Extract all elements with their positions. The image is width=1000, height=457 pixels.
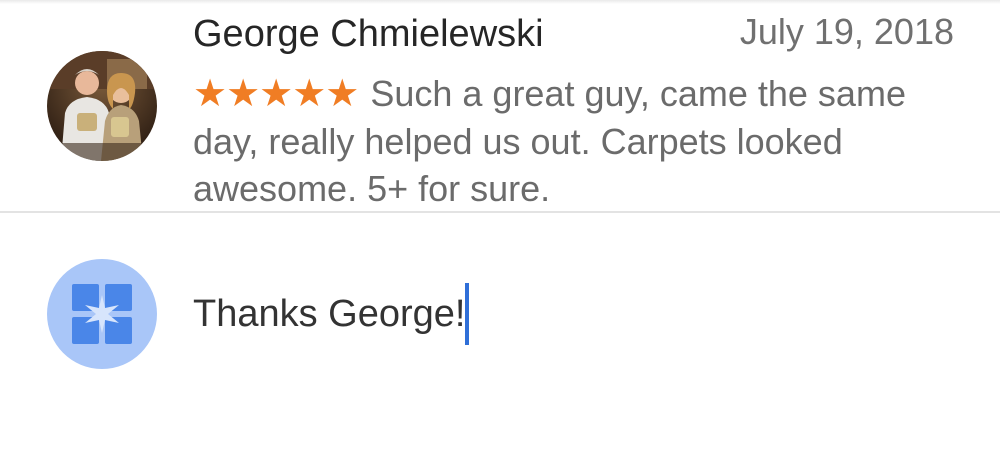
reply-text[interactable]: Thanks George!	[193, 292, 465, 336]
star-rating: ★★★★★	[193, 73, 359, 115]
reviewer-name: George Chmielewski	[193, 13, 544, 55]
owner-avatar	[47, 259, 157, 369]
reply-input[interactable]: Thanks George!	[193, 282, 470, 346]
review-card: George Chmielewski July 19, 2018 ★★★★★ Su…	[0, 0, 1000, 211]
review-text-block: ★★★★★ Such a great guy, came the same day…	[193, 70, 953, 212]
reviewer-avatar[interactable]	[47, 51, 157, 161]
text-cursor	[465, 283, 470, 345]
review-reply-screen: George Chmielewski July 19, 2018 ★★★★★ Su…	[0, 0, 1000, 457]
reviewer-photo-icon	[47, 51, 157, 161]
business-profile-icon	[72, 284, 132, 344]
section-divider	[0, 211, 1000, 213]
review-date: July 19, 2018	[739, 11, 954, 52]
